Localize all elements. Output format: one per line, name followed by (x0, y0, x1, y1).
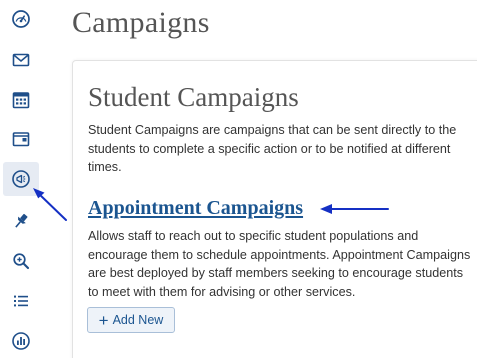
search-magnifier-icon (13, 253, 30, 270)
sidebar-item-reports[interactable] (3, 324, 39, 358)
megaphone-icon (12, 170, 30, 188)
sidebar-item-dashboard[interactable] (3, 2, 39, 36)
sidebar-item-pinned[interactable] (3, 204, 39, 238)
sidebar-item-folders[interactable] (3, 122, 39, 156)
add-new-label: Add New (112, 313, 164, 327)
sidebar-item-messages[interactable] (3, 43, 39, 77)
reports-chart-icon (12, 332, 30, 350)
app-window: Campaigns Student Campaigns Student Camp… (0, 0, 477, 358)
sidebar-nav (0, 0, 42, 358)
sidebar-item-campaigns[interactable] (3, 162, 39, 196)
mail-envelope-icon (12, 53, 30, 67)
dashboard-gauge-icon (12, 10, 30, 28)
pushpin-icon (15, 213, 28, 228)
add-new-button[interactable]: + Add New (87, 307, 175, 333)
folder-icon (12, 132, 30, 147)
calendar-icon (12, 92, 30, 109)
section-title-student-campaigns: Student Campaigns (88, 82, 299, 112)
appointment-campaigns-description: Allows staff to reach out to specific st… (88, 229, 471, 300)
sidebar-item-lists[interactable] (3, 284, 39, 318)
section-description: Student Campaigns are campaigns that can… (88, 123, 457, 175)
page-title: Campaigns (72, 6, 210, 39)
list-icon (14, 295, 28, 307)
appointment-campaigns-link[interactable]: Appointment Campaigns (88, 197, 303, 220)
plus-icon: + (98, 310, 109, 330)
sidebar-item-calendar[interactable] (3, 83, 39, 117)
sidebar-item-search[interactable] (3, 244, 39, 278)
